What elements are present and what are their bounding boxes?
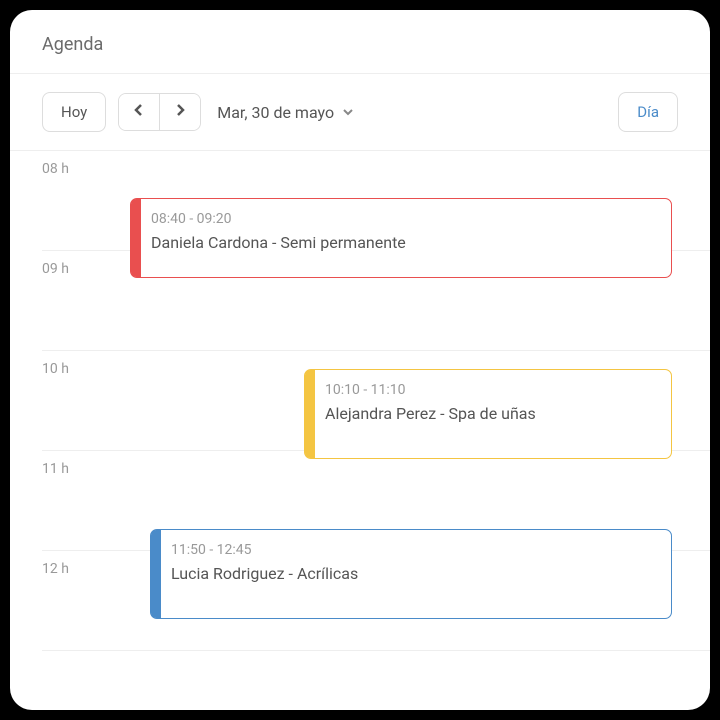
- calendar-grid: 08 h 09 h 10 h 11 h 12 h 08:40 - 09:20 D…: [10, 151, 710, 651]
- calendar-event[interactable]: 11:50 - 12:45 Lucia Rodriguez - Acrílica…: [150, 529, 672, 619]
- event-title: Lucia Rodriguez - Acrílicas: [171, 564, 657, 583]
- header: Agenda: [10, 10, 710, 74]
- toolbar: Hoy Mar, 30 de mayo Día: [10, 74, 710, 151]
- page-title: Agenda: [42, 34, 678, 55]
- event-time: 08:40 - 09:20: [151, 211, 657, 227]
- calendar-event[interactable]: 10:10 - 11:10 Alejandra Perez - Spa de u…: [304, 369, 672, 459]
- current-date-label: Mar, 30 de mayo: [217, 103, 334, 122]
- date-picker[interactable]: Mar, 30 de mayo: [213, 95, 358, 130]
- hour-label: 11 h: [42, 461, 102, 477]
- event-time: 11:50 - 12:45: [171, 542, 657, 558]
- chevron-down-icon: [342, 103, 354, 122]
- event-time: 10:10 - 11:10: [325, 382, 657, 398]
- hour-label: 12 h: [42, 561, 102, 577]
- chevron-left-icon: [133, 104, 145, 120]
- date-nav-group: [118, 93, 201, 131]
- agenda-window: Agenda Hoy Mar, 30 de mayo Día: [10, 10, 710, 710]
- today-button[interactable]: Hoy: [42, 92, 106, 132]
- calendar-event[interactable]: 08:40 - 09:20 Daniela Cardona - Semi per…: [130, 198, 672, 278]
- view-toggle-button[interactable]: Día: [618, 92, 678, 132]
- hour-label: 09 h: [42, 261, 102, 277]
- event-title: Daniela Cardona - Semi permanente: [151, 233, 657, 252]
- next-day-button[interactable]: [160, 94, 200, 130]
- chevron-right-icon: [174, 104, 186, 120]
- event-title: Alejandra Perez - Spa de uñas: [325, 404, 657, 423]
- hour-label: 08 h: [42, 161, 102, 177]
- prev-day-button[interactable]: [119, 94, 160, 130]
- hour-label: 10 h: [42, 361, 102, 377]
